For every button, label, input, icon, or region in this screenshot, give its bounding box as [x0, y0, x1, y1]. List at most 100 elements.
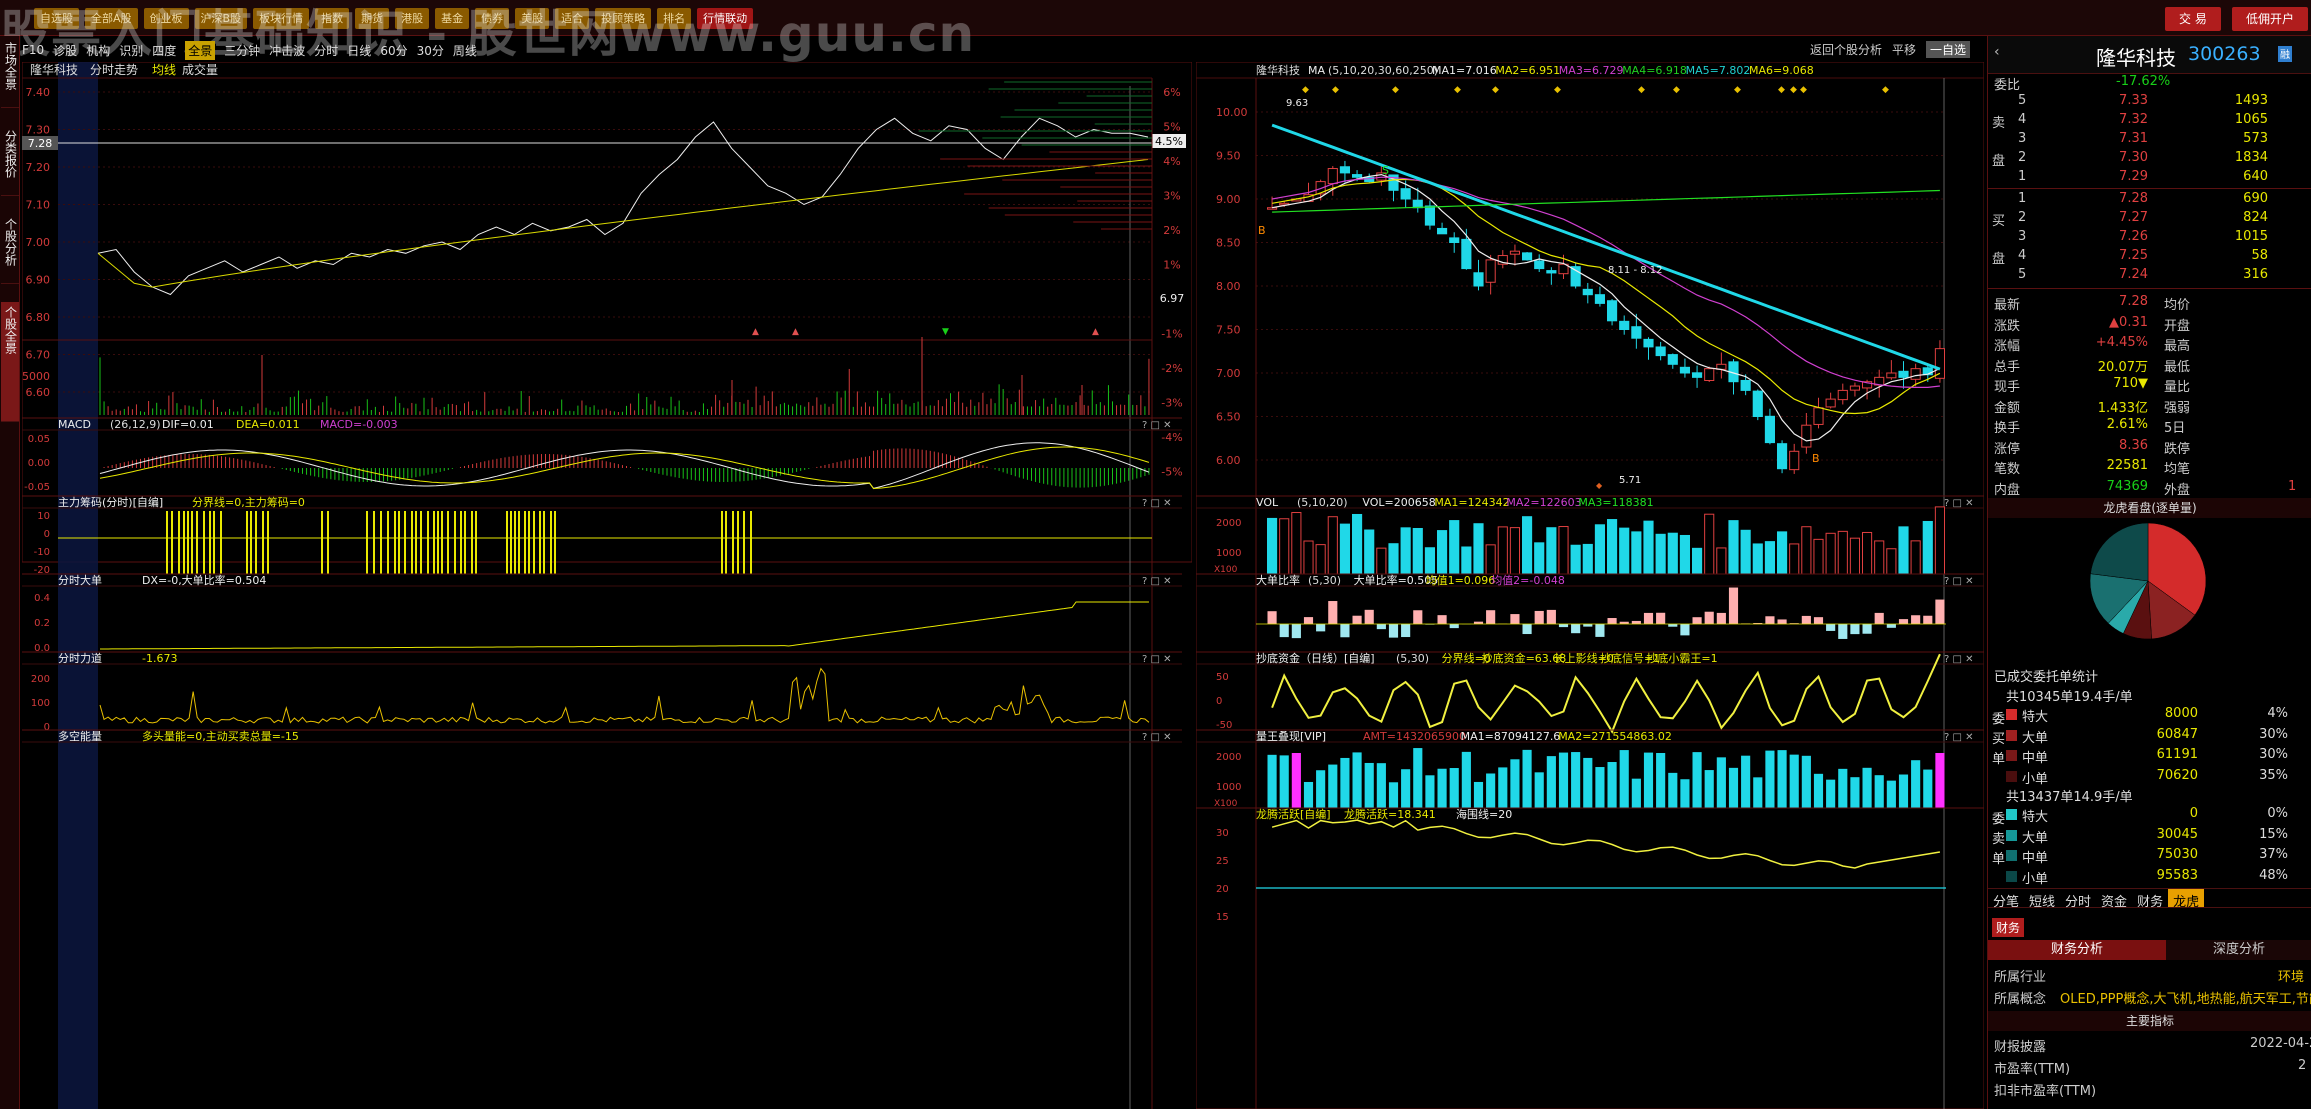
margin-badge-icon: 融	[2278, 46, 2292, 62]
dbb-bar	[1656, 612, 1666, 624]
vol-bar	[1594, 524, 1606, 575]
pan-button[interactable]: 平移	[1892, 41, 1916, 58]
entrust-volume: 8000	[2164, 706, 2198, 721]
lw-bar	[1376, 763, 1386, 808]
open-account-button[interactable]: 低佣开户	[2232, 7, 2309, 31]
quote-tab-3[interactable]: 资金	[2096, 889, 2132, 910]
tab-stock-analysis[interactable]: 个股分析	[1, 214, 19, 284]
pct-tick-8: -2%	[1161, 362, 1182, 375]
toolbar-1[interactable]: 诊股	[53, 42, 77, 59]
quote-tab-0[interactable]: 分笔	[1988, 889, 2024, 910]
legend-swatch	[2006, 850, 2017, 861]
lw-bar	[1522, 749, 1532, 808]
dbb-bar	[1801, 615, 1811, 624]
vol-bar	[1558, 526, 1569, 575]
buy-side-label: 盘	[1992, 252, 2006, 267]
lw-bar	[1813, 773, 1824, 808]
finance-tab[interactable]: 财务	[1992, 918, 2025, 937]
buy-level: 1	[2018, 191, 2027, 206]
prev-stock-icon[interactable]: ‹	[1994, 44, 2000, 60]
diamond-marker: ◆	[1392, 85, 1399, 95]
vol-bar	[1303, 540, 1314, 575]
cur-pct: 4.5%	[1155, 135, 1183, 148]
vol-bar	[1570, 544, 1581, 575]
dbb-params: (5,30)	[1308, 574, 1341, 587]
dbb-bar	[1898, 619, 1909, 624]
toolbar-11[interactable]: 30分	[417, 42, 444, 59]
buy-level: 3	[2018, 229, 2027, 244]
high-label: 9.63	[1286, 98, 1308, 109]
quote-tab-5[interactable]: 龙虎	[2168, 889, 2205, 910]
entrust-volume: 95583	[2156, 867, 2198, 883]
sell-price: 7.29	[2119, 169, 2148, 184]
trade-button[interactable]: 交 易	[2165, 7, 2221, 31]
daily-kline-area[interactable]: 隆华科技 MA (5,10,20,30,60,250)MA1=7.016MA2=6.…	[1196, 62, 1984, 1109]
cd-controls: ? □ ✕	[1944, 654, 1974, 665]
sell-price: 7.30	[2119, 150, 2148, 165]
candle-body	[1825, 398, 1836, 408]
dbb-bar	[1643, 612, 1654, 624]
back-to-analysis-link[interactable]: 返回个股分析	[1810, 41, 1882, 58]
tab-stock-panorama[interactable]: 个股全景	[1, 302, 19, 422]
intraday-chart-area[interactable]: 隆华科技 分时走势 均线 成交量 7.40 7.30 7.20 7.10 7.00 6.90 6.8…	[22, 62, 1192, 1109]
dbb-bar	[1449, 624, 1459, 629]
macd-tick-2: -0.05	[24, 482, 50, 493]
vol-tick: 5000	[22, 370, 50, 383]
daily-tick-3: 8.50	[1216, 237, 1241, 250]
deep-analysis-button[interactable]: 深度分析	[2166, 940, 2311, 960]
vol-bar	[1497, 526, 1508, 575]
entrust-side: 卖	[1992, 832, 2006, 847]
toolbar-4[interactable]: 四度	[152, 42, 176, 59]
toolbar-7[interactable]: 冲击波	[269, 42, 305, 59]
quote-tab-4[interactable]: 财务	[2132, 889, 2168, 910]
vol-bar	[1449, 520, 1460, 575]
entrust-side: 单	[1992, 852, 2006, 867]
ma-value-2: MA3=6.729	[1559, 64, 1624, 77]
stock-name: 隆华科技	[2096, 46, 2176, 70]
watchlist-dropdown[interactable]: 一自选	[1926, 41, 1971, 58]
lw-tick-0: 2000	[1216, 752, 1241, 763]
finance-analysis-button[interactable]: 财务分析	[1988, 940, 2166, 960]
stat-label-1: 涨跌	[1994, 318, 2021, 334]
tab-category-quotes[interactable]: 分类报价	[1, 126, 19, 196]
base-price: 6.97	[1160, 292, 1185, 305]
toolbar-2[interactable]: 机构	[86, 42, 110, 59]
toolbar-3[interactable]: 识别	[119, 42, 143, 59]
diamond-marker: ◆	[1332, 85, 1339, 95]
tab-market-overview[interactable]: 市场全景	[1, 38, 19, 108]
report-label: 财报披露	[1994, 1040, 2047, 1055]
diamond-marker: ◆	[1882, 85, 1889, 95]
lw-text-1: MA1=87094127.6	[1461, 730, 1561, 743]
vol-bar	[1461, 546, 1472, 575]
sell-level: 4	[2018, 112, 2027, 127]
daily-tick-0: 10.00	[1216, 106, 1248, 119]
top-menu-bar: 自选股 全部A股 创业板 沪深B股 板块行情 指数 期货 港股 基金 债券 美股 适合 投顾策略 排名 行情…	[0, 0, 2311, 63]
toolbar-0[interactable]: F10	[22, 43, 44, 57]
entrust-type: 中单	[2022, 851, 2049, 866]
dbb-bar	[1340, 624, 1350, 638]
vol-bar	[1619, 527, 1630, 575]
zl-text: 分界线=0,主力筹码=0	[192, 495, 305, 509]
toolbar-5[interactable]: 全景	[185, 40, 216, 60]
toolbar-12[interactable]: 周线	[453, 42, 477, 59]
buy-price: 7.25	[2119, 248, 2148, 263]
quote-tab-2[interactable]: 分时	[2060, 889, 2096, 910]
candle-body	[1667, 354, 1678, 365]
entrust-type: 特大	[2022, 710, 2049, 725]
toolbar-10[interactable]: 60分	[380, 42, 407, 59]
toolbar-6[interactable]: 三分钟	[224, 42, 260, 59]
toolbar-8[interactable]: 分时	[314, 42, 338, 59]
legend-swatch	[2006, 829, 2017, 841]
diamond-marker: ◆	[1734, 85, 1741, 95]
buy-price: 7.24	[2119, 267, 2148, 282]
quote-tab-1[interactable]: 短线	[2024, 889, 2060, 910]
lw-bar	[1668, 772, 1678, 808]
diamond-marker: ◆	[1454, 85, 1461, 95]
sell-price: 7.32	[2119, 112, 2148, 127]
dbb-bar	[1595, 624, 1605, 637]
toolbar-9[interactable]: 日线	[347, 42, 371, 59]
buy-price: 7.27	[2119, 210, 2148, 225]
lw-bar	[1546, 756, 1556, 808]
vol-bar	[1376, 547, 1387, 575]
entrust-volume: 61191	[2156, 747, 2198, 762]
